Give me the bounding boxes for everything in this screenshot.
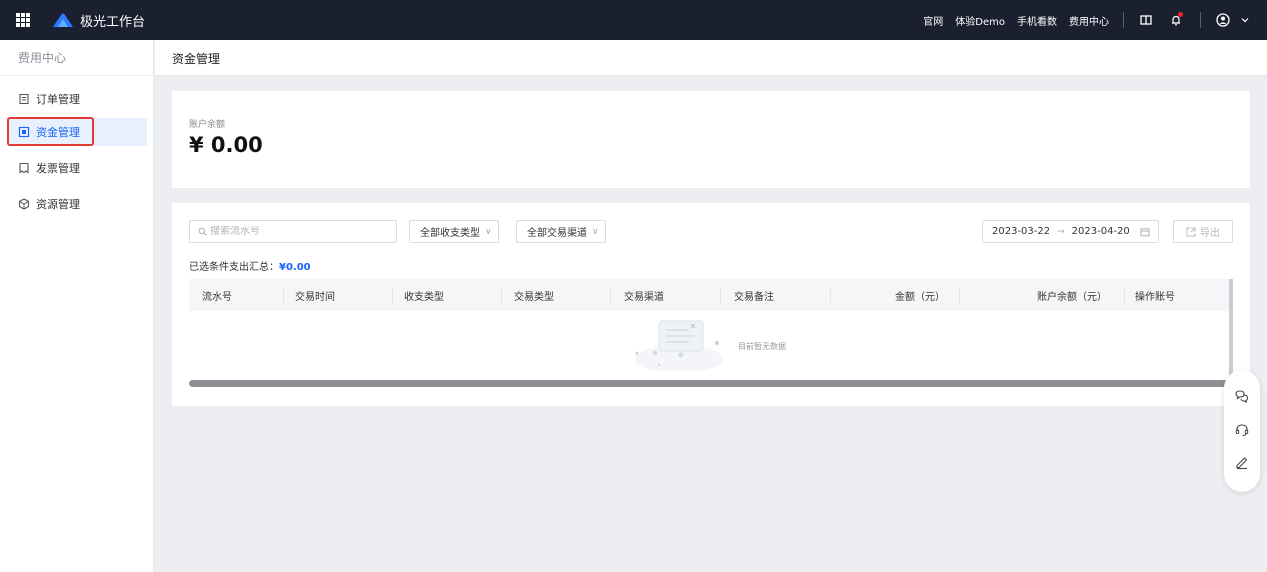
date-end[interactable]: 2023-04-20 — [1072, 226, 1130, 237]
sidebar-item-orders[interactable]: 订单管理 — [8, 85, 147, 113]
page-title: 资金管理 — [172, 52, 221, 66]
topbar-divider — [1200, 12, 1201, 28]
income-type-select-value: 全部收支类型 — [420, 228, 480, 239]
empty-state: 目前暂无数据 — [189, 311, 1233, 381]
chevron-down-icon: ∨ — [592, 226, 599, 237]
edit-feedback-icon[interactable] — [1234, 454, 1250, 470]
page-header: 资金管理 — [155, 40, 1267, 76]
search-input[interactable] — [210, 226, 380, 237]
balance-value: ¥ 0.00 — [189, 133, 263, 157]
column-divider — [720, 287, 721, 303]
aurora-logo-icon — [53, 13, 73, 27]
transactions-card: 全部收支类型 ∨ 全部交易渠道 ∨ 2023-03-22 → 2023-04-2… — [172, 203, 1250, 406]
column-header: 流水号 — [202, 292, 232, 303]
app-name: 极光工作台 — [80, 14, 146, 30]
arrow-right-icon: → — [1057, 226, 1065, 237]
column-divider — [830, 287, 831, 303]
column-divider — [959, 287, 960, 303]
date-range-picker[interactable]: 2023-03-22 → 2023-04-20 — [982, 220, 1159, 243]
calendar-icon[interactable] — [1140, 227, 1150, 237]
resource-icon — [18, 198, 30, 210]
sidebar-item-invoices[interactable]: 发票管理 — [8, 154, 147, 182]
channel-select[interactable]: 全部交易渠道 ∨ — [516, 220, 606, 243]
column-divider — [501, 287, 502, 303]
billing-center-link[interactable]: 费用中心 — [1069, 13, 1109, 28]
vertical-scrollbar[interactable] — [1229, 279, 1233, 387]
search-icon — [198, 227, 207, 236]
balance-card: 账户余额 ¥ 0.00 — [172, 91, 1250, 188]
headset-support-icon[interactable] — [1234, 422, 1250, 438]
column-header: 交易备注 — [734, 292, 774, 303]
demo-link[interactable]: 体验Demo — [955, 13, 1005, 28]
summary-label: 已选条件支出汇总： — [189, 262, 279, 273]
column-header: 交易时间 — [295, 292, 335, 303]
user-avatar-icon[interactable] — [1215, 12, 1231, 28]
export-icon — [1186, 227, 1196, 236]
sidebar-item-label: 资源管理 — [36, 198, 80, 211]
column-header: 交易类型 — [514, 292, 554, 303]
export-button[interactable]: 导出 — [1173, 220, 1233, 243]
official-site-link[interactable]: 官网 — [923, 13, 943, 28]
column-header: 收支类型 — [404, 292, 444, 303]
sidebar-item-label: 发票管理 — [36, 162, 80, 175]
summary-value: ¥0.00 — [279, 262, 311, 273]
column-header: 交易渠道 — [624, 292, 664, 303]
app-grid-icon[interactable] — [16, 13, 30, 27]
column-divider — [610, 287, 611, 303]
column-divider — [392, 287, 393, 303]
bell-icon[interactable] — [1168, 12, 1184, 28]
book-icon[interactable] — [1138, 12, 1154, 28]
income-type-select[interactable]: 全部收支类型 ∨ — [409, 220, 499, 243]
channel-select-value: 全部交易渠道 — [527, 228, 587, 239]
empty-state-text: 目前暂无数据 — [738, 342, 786, 351]
balance-label: 账户余额 — [189, 120, 226, 130]
column-header: 操作账号 — [1135, 292, 1175, 303]
transactions-table: 流水号 交易时间 收支类型 交易类型 交易渠道 交易备注 金额（元） 账户余额（… — [189, 279, 1233, 389]
date-start[interactable]: 2023-03-22 — [992, 226, 1050, 237]
chat-icon[interactable] — [1234, 388, 1250, 404]
sidebar-item-resources[interactable]: 资源管理 — [8, 190, 147, 218]
column-divider — [283, 287, 284, 303]
expense-summary: 已选条件支出汇总：¥0.00 — [189, 258, 311, 273]
order-icon — [19, 93, 29, 105]
sidebar-item-label: 订单管理 — [36, 93, 80, 106]
top-nav-bar: 极光工作台 官网 体验Demo 手机看数 费用中心 — [0, 0, 1267, 40]
search-input-wrapper[interactable] — [189, 220, 397, 243]
app-logo[interactable]: 极光工作台 — [52, 11, 145, 30]
selection-highlight — [7, 117, 94, 146]
topbar-divider — [1123, 12, 1124, 28]
column-header: 金额（元） — [895, 292, 945, 303]
chevron-down-icon: ∨ — [485, 226, 492, 237]
mobile-data-link[interactable]: 手机看数 — [1017, 13, 1057, 28]
column-header: 账户余额（元） — [1037, 292, 1107, 303]
invoice-icon — [19, 162, 29, 174]
horizontal-scrollbar[interactable] — [189, 380, 1233, 387]
notification-dot — [1178, 12, 1183, 17]
column-divider — [1124, 287, 1125, 303]
empty-data-illustration-icon — [635, 320, 723, 371]
sidebar-title: 费用中心 — [0, 40, 153, 76]
table-header: 流水号 交易时间 收支类型 交易类型 交易渠道 交易备注 金额（元） 账户余额（… — [189, 279, 1233, 311]
export-button-label: 导出 — [1200, 228, 1220, 239]
floating-toolbar — [1224, 370, 1260, 492]
chevron-down-icon[interactable] — [1237, 12, 1253, 28]
